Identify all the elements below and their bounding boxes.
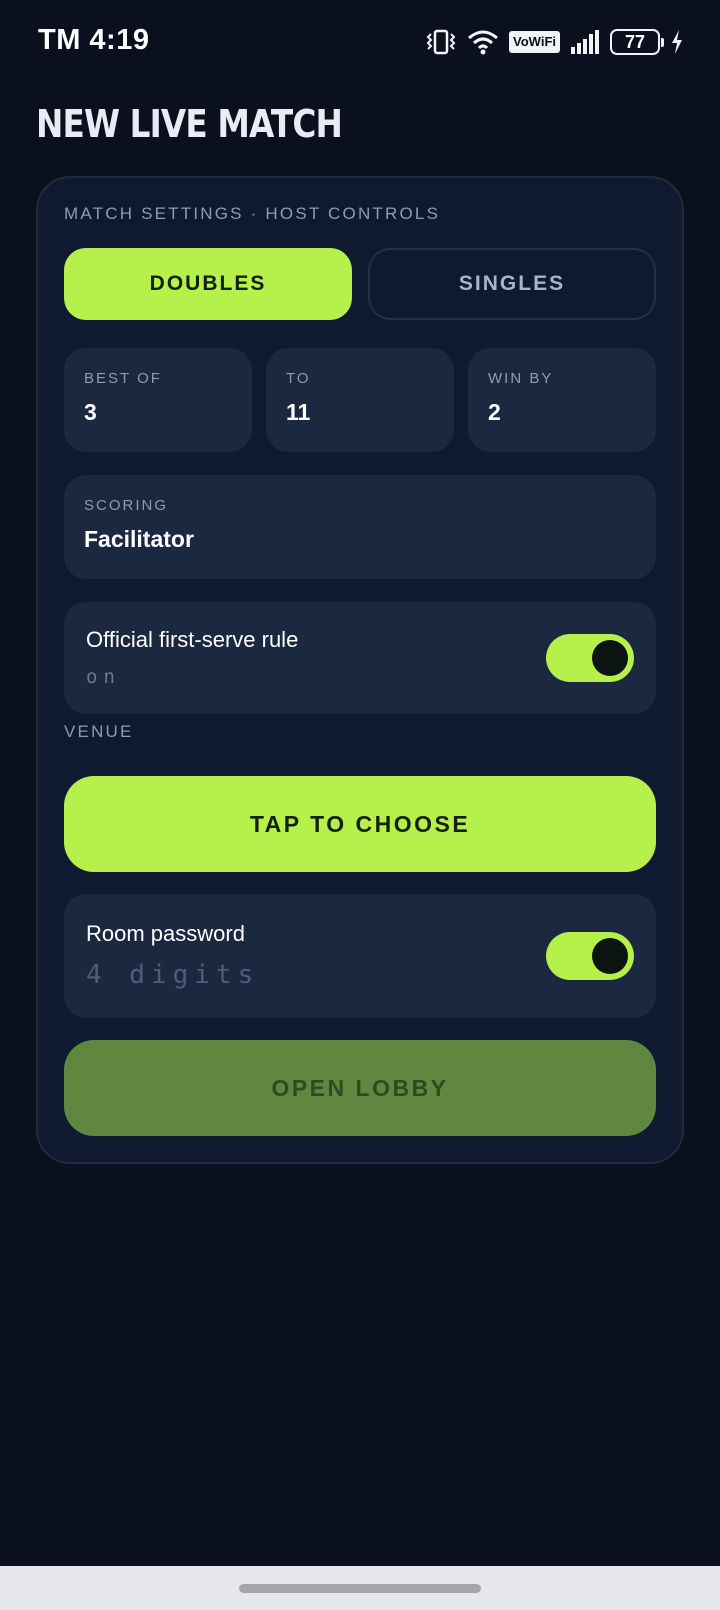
choose-venue-button[interactable]: TAP TO CHOOSE	[64, 776, 656, 872]
best-of-field[interactable]: BEST OF 3	[64, 348, 252, 452]
win-by-value: 2	[488, 399, 501, 425]
room-password-title: Room password	[86, 921, 245, 946]
navigation-bar	[0, 1566, 720, 1610]
best-of-value: 3	[84, 399, 97, 425]
vowifi-badge: VoWiFi	[509, 31, 560, 53]
match-settings-card: MATCH SETTINGS · HOST CONTROLS DOUBLES S…	[36, 176, 684, 1164]
page-title: NEW LIVE MATCH	[36, 102, 343, 146]
points-to-field[interactable]: TO 11	[266, 348, 454, 452]
best-of-label: BEST OF	[84, 370, 162, 387]
toggle-knob	[592, 640, 628, 676]
open-lobby-button[interactable]: OPEN LOBBY	[64, 1040, 656, 1136]
home-gesture-handle[interactable]	[239, 1584, 481, 1593]
room-password-toggle[interactable]	[546, 932, 634, 980]
first-serve-toggle[interactable]	[546, 634, 634, 682]
signal-icon	[570, 29, 600, 55]
status-icons: VoWiFi 77	[425, 26, 684, 58]
scoring-value: Facilitator	[84, 526, 194, 552]
points-to-label: TO	[286, 370, 311, 387]
singles-button[interactable]: SINGLES	[368, 248, 656, 320]
battery-level: 77	[624, 31, 646, 52]
new-live-match-screen: TM 4:19 VoWiFi 77 NEW LIVE MATCH MATCH S…	[0, 0, 720, 1610]
room-password-row: Room password 4 digits	[64, 894, 656, 1018]
win-by-field[interactable]: WIN BY 2	[468, 348, 656, 452]
first-serve-title: Official first-serve rule	[86, 627, 299, 652]
wifi-icon	[467, 28, 499, 56]
first-serve-row: Official first-serve rule on	[64, 602, 656, 714]
vibrate-icon	[425, 28, 457, 56]
first-serve-state: on	[86, 666, 121, 688]
win-by-label: WIN BY	[488, 370, 554, 387]
battery-icon: 77	[610, 29, 664, 55]
charging-icon	[670, 29, 684, 55]
room-password-input[interactable]: 4 digits	[86, 960, 259, 990]
match-settings-label: MATCH SETTINGS · HOST CONTROLS	[64, 204, 441, 223]
toggle-knob	[592, 938, 628, 974]
scoring-field[interactable]: SCORING Facilitator	[64, 475, 656, 579]
venue-label: VENUE	[64, 722, 134, 741]
points-to-value: 11	[286, 399, 311, 425]
status-bar: TM 4:19 VoWiFi 77	[0, 0, 720, 84]
doubles-button[interactable]: DOUBLES	[64, 248, 352, 320]
status-time: TM 4:19	[38, 24, 150, 56]
scoring-label: SCORING	[84, 497, 169, 514]
